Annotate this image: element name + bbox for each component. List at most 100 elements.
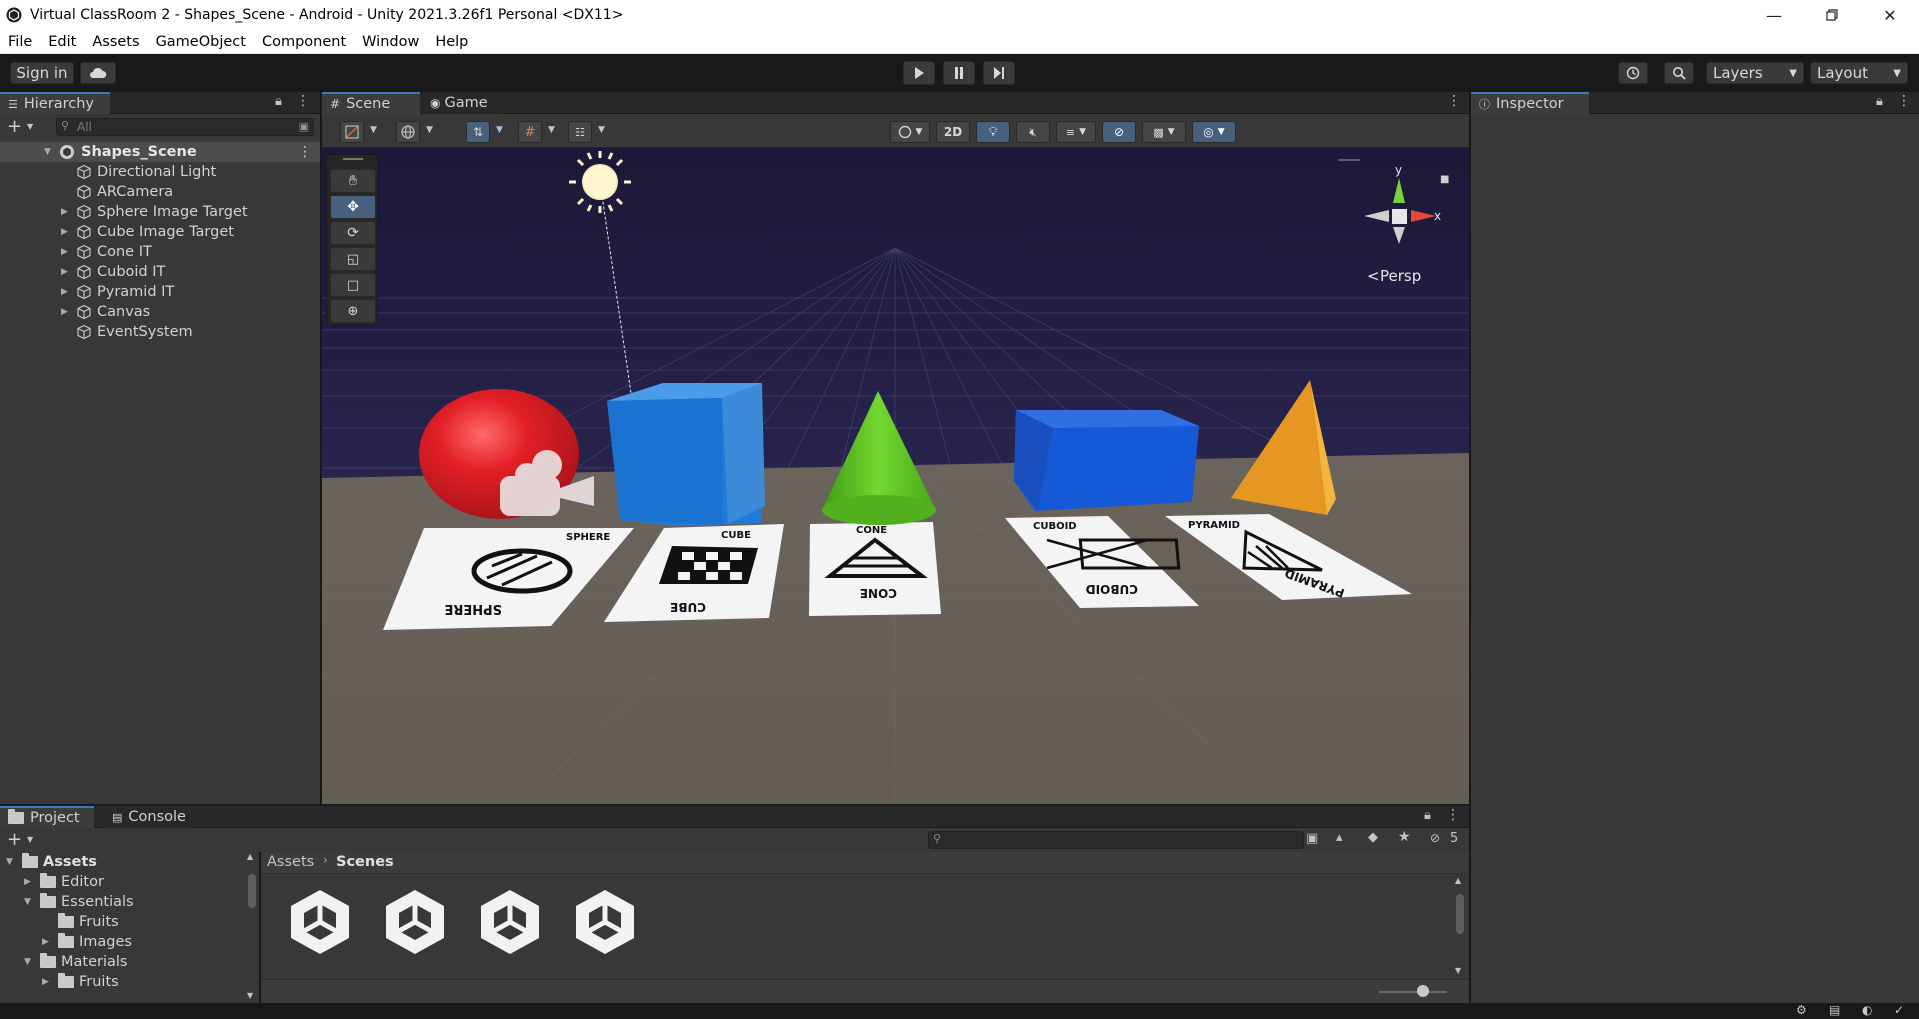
kebab-menu-icon[interactable]: ⋮: [298, 144, 312, 160]
add-icon[interactable]: +: [7, 116, 22, 137]
draw-mode-icon[interactable]: [340, 121, 364, 143]
globe-icon[interactable]: [396, 121, 420, 143]
hierarchy-item[interactable]: ARCamera: [0, 182, 320, 202]
chevron-down-icon[interactable]: ▼: [27, 122, 33, 131]
scale-tool-icon[interactable]: ◱: [330, 247, 376, 271]
hidden-objects-icon[interactable]: ⊘: [1102, 121, 1136, 143]
overlay-handle[interactable]: [1338, 159, 1360, 161]
scene-viewport[interactable]: SPHERE SPHERE CUBE CUBE CONE CONE CUBOID…: [322, 148, 1469, 804]
zoom-slider-handle[interactable]: [1417, 985, 1429, 997]
kebab-menu-icon[interactable]: ⋮: [1447, 93, 1461, 109]
menu-window[interactable]: Window: [354, 34, 427, 50]
filter-by-type-icon[interactable]: ▴: [1336, 830, 1343, 845]
expand-arrow-icon[interactable]: ▶: [42, 977, 49, 987]
2d-toggle-button[interactable]: 2D: [936, 121, 970, 143]
search-filter-icon[interactable]: ▣: [299, 120, 309, 133]
grid-snap-icon[interactable]: #: [518, 121, 542, 143]
scene-root-row[interactable]: ▼ Shapes_Scene ⋮: [0, 142, 320, 162]
step-button[interactable]: [983, 61, 1015, 85]
layers-dropdown[interactable]: Layers ▼: [1706, 62, 1804, 84]
menu-assets[interactable]: Assets: [84, 34, 147, 50]
lock-icon[interactable]: 🔒︎: [1424, 808, 1431, 823]
tab-hierarchy[interactable]: ☰ Hierarchy: [0, 92, 110, 114]
tab-project[interactable]: Project: [0, 806, 94, 828]
play-button[interactable]: [903, 61, 935, 85]
pause-button[interactable]: [943, 61, 975, 85]
hierarchy-item[interactable]: ▶ Cuboid IT: [0, 262, 320, 282]
debug-bug-icon[interactable]: ⚙: [1796, 1003, 1807, 1017]
history-icon[interactable]: [1618, 62, 1648, 84]
close-icon[interactable]: ✕: [1861, 0, 1919, 30]
network-icon[interactable]: ◐: [1862, 1003, 1872, 1017]
add-icon[interactable]: +: [7, 829, 22, 850]
scene-asset-icon[interactable]: [287, 886, 353, 958]
shading-mode-icon[interactable]: ▼: [890, 121, 930, 143]
restore-icon[interactable]: [1803, 0, 1861, 30]
rotate-tool-icon[interactable]: ⟳: [330, 221, 376, 245]
scene-asset-icon[interactable]: [572, 886, 638, 958]
perspective-icon[interactable]: <: [1367, 267, 1380, 285]
minimize-icon[interactable]: —: [1745, 0, 1803, 30]
increment-snap-icon[interactable]: ☷: [568, 121, 592, 143]
kebab-menu-icon[interactable]: ⋮: [1897, 93, 1911, 109]
tab-inspector[interactable]: ⓘ Inspector: [1471, 92, 1589, 114]
cache-server-icon[interactable]: ▤: [1829, 1003, 1840, 1017]
chevron-down-icon[interactable]: ▼: [27, 835, 33, 844]
scroll-down-icon[interactable]: ▼: [247, 991, 253, 1000]
hierarchy-item[interactable]: ▶ Pyramid IT: [0, 282, 320, 302]
menu-gameobject[interactable]: GameObject: [148, 34, 254, 50]
scrollbar-thumb[interactable]: [248, 874, 256, 908]
hierarchy-item[interactable]: ▶ Canvas: [0, 302, 320, 322]
scene-asset-icon[interactable]: [477, 886, 543, 958]
scrollbar-thumb[interactable]: [1456, 894, 1464, 934]
chevron-down-icon[interactable]: ▼: [598, 125, 605, 135]
hierarchy-item[interactable]: Directional Light: [0, 162, 320, 182]
breadcrumb-assets[interactable]: Assets: [267, 854, 314, 870]
layout-dropdown[interactable]: Layout ▼: [1810, 62, 1908, 84]
hierarchy-item[interactable]: EventSystem: [0, 322, 320, 342]
hierarchy-item[interactable]: ▶ Sphere Image Target: [0, 202, 320, 222]
chevron-down-icon[interactable]: ▼: [370, 125, 377, 135]
persp-label[interactable]: Persp: [1380, 267, 1421, 285]
auto-refresh-icon[interactable]: ✓: [1894, 1003, 1904, 1017]
tab-scene[interactable]: # Scene: [322, 92, 420, 114]
effects-toggle-icon[interactable]: ≡ ▼: [1056, 121, 1096, 143]
search-by-type-icon[interactable]: ▣: [1306, 831, 1318, 846]
menu-file[interactable]: File: [0, 34, 40, 50]
expand-arrow-icon[interactable]: ▼: [24, 897, 31, 907]
audio-toggle-icon[interactable]: 🔇︎: [1016, 121, 1050, 143]
expand-arrow-icon[interactable]: ▶: [42, 937, 49, 947]
menu-help[interactable]: Help: [427, 34, 476, 50]
chevron-down-icon[interactable]: ▼: [496, 125, 503, 135]
expand-arrow-icon[interactable]: ▶: [61, 207, 68, 217]
lock-icon[interactable]: 🔒︎: [275, 94, 282, 109]
pivot-mode-icon[interactable]: ⇅: [466, 121, 490, 143]
asset-scrollbar[interactable]: ▲ ▼: [1454, 874, 1466, 979]
chevron-down-icon[interactable]: ▼: [548, 125, 555, 135]
hidden-packages-icon[interactable]: ⊘: [1430, 831, 1440, 845]
rect-tool-icon[interactable]: □: [330, 273, 376, 297]
zoom-slider-track[interactable]: [1379, 991, 1447, 993]
expand-arrow-icon[interactable]: ▼: [24, 957, 31, 967]
cloud-icon[interactable]: [80, 62, 116, 84]
tree-scrollbar[interactable]: ▲ ▼: [246, 852, 258, 1001]
favorite-star-icon[interactable]: ★: [1398, 829, 1411, 845]
scroll-up-icon[interactable]: ▲: [247, 852, 253, 861]
tab-game[interactable]: ◉ Game: [422, 92, 502, 114]
move-tool-icon[interactable]: ✥: [330, 195, 376, 219]
expand-arrow-icon[interactable]: ▶: [24, 877, 31, 887]
breadcrumb-scenes[interactable]: Scenes: [336, 854, 394, 870]
tab-console[interactable]: ▤ Console: [104, 806, 194, 828]
gizmos-toggle-icon[interactable]: ◎ ▼: [1192, 121, 1236, 143]
expand-arrow-icon[interactable]: ▼: [44, 147, 51, 157]
lock-icon[interactable]: 🔒︎: [1876, 94, 1883, 109]
expand-arrow-icon[interactable]: ▶: [61, 227, 68, 237]
overlay-drag-handle[interactable]: [343, 158, 363, 160]
transform-tool-icon[interactable]: ⊕: [330, 299, 376, 323]
scroll-up-icon[interactable]: ▲: [1455, 876, 1461, 885]
expand-arrow-icon[interactable]: ▶: [61, 267, 68, 277]
expand-arrow-icon[interactable]: ▶: [61, 287, 68, 297]
menu-edit[interactable]: Edit: [40, 34, 84, 50]
hand-tool-icon[interactable]: ✋︎: [330, 169, 376, 193]
sign-in-button[interactable]: Sign in: [10, 62, 74, 84]
